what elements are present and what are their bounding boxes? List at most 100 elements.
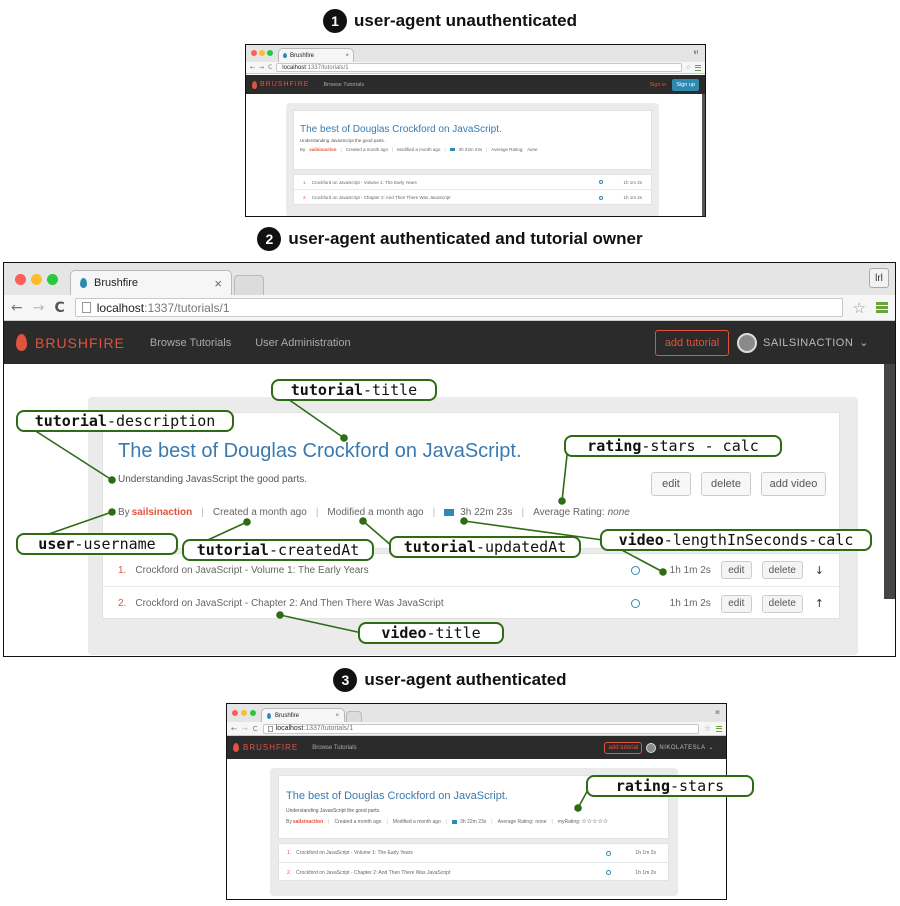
chevron-down-icon[interactable]: ⌄	[708, 744, 714, 751]
video-row[interactable]: 1. Crockford on JavaScript - Volume 1: Th…	[279, 844, 668, 863]
video-row[interactable]: 2. Crockford on JavaScript - Chapter 2: A…	[103, 587, 839, 620]
close-window-icon[interactable]	[251, 50, 257, 56]
close-window-icon[interactable]	[232, 710, 238, 716]
add-tutorial-button[interactable]: add tutorial	[655, 329, 730, 356]
move-down-icon[interactable]: ↓	[815, 564, 824, 577]
url-field[interactable]: localhost:1337/tutorials/1	[74, 298, 843, 317]
maximize-window-icon[interactable]	[250, 710, 256, 716]
delete-tutorial-button[interactable]: delete	[701, 472, 751, 496]
username-menu[interactable]: SAILSINACTION	[763, 337, 853, 349]
minimize-window-icon[interactable]	[31, 274, 42, 285]
profile-button[interactable]: lrl	[712, 707, 723, 718]
browser-menu-icon[interactable]	[695, 64, 701, 71]
scrollbar[interactable]	[702, 94, 705, 216]
video-title[interactable]: Crockford on JavaScript - Volume 1: The …	[296, 850, 413, 856]
edit-video-button[interactable]: edit	[720, 594, 752, 613]
video-list: 1. Crockford on JavaScript - Volume 1: Th…	[278, 843, 669, 881]
bookmark-star-icon[interactable]: ☆	[704, 724, 711, 733]
move-up-icon[interactable]: ↑	[815, 597, 824, 610]
browser-tab[interactable]: Brushfire ×	[261, 708, 345, 722]
video-row[interactable]: 1. Crockford on JavaScript - Volume 1: Th…	[294, 175, 651, 190]
video-length: 1h 1m 2s	[623, 179, 642, 185]
url-field[interactable]: localhost:1337/tutorials/1	[262, 723, 699, 734]
avatar[interactable]	[737, 332, 758, 353]
profile-button[interactable]: lrl	[869, 268, 889, 288]
bookmark-star-icon[interactable]: ☆	[853, 299, 866, 317]
tutorial-description: Understanding JavasScript the good parts…	[300, 138, 386, 143]
video-title[interactable]: Crockford on JavaScript - Volume 1: The …	[312, 180, 417, 185]
scrollbar[interactable]	[884, 364, 895, 599]
video-length: 1h 1m 2s	[669, 564, 711, 576]
delete-video-button[interactable]: delete	[761, 594, 803, 613]
author-username[interactable]: sailsinaction	[293, 819, 323, 825]
tab-close-icon[interactable]: ×	[335, 713, 339, 719]
sign-in-link[interactable]: Sign in	[650, 82, 667, 88]
nav-browse-tutorials[interactable]: Browse Tutorials	[323, 82, 364, 88]
back-icon[interactable]: ←	[250, 64, 255, 71]
new-tab-button[interactable]	[234, 275, 264, 295]
rating-stars-icon[interactable]: ☆☆☆☆☆	[581, 818, 608, 825]
brand-logo[interactable]: BRUSHFIRE	[252, 80, 309, 89]
reload-icon[interactable]: C	[253, 725, 258, 733]
callout-model: video	[381, 624, 427, 642]
rating-label: Average Rating:	[497, 818, 534, 825]
add-tutorial-button[interactable]: add tutorial	[604, 741, 643, 754]
forward-icon[interactable]: →	[259, 64, 264, 71]
tab-close-icon[interactable]: ×	[214, 276, 222, 291]
minimize-window-icon[interactable]	[241, 710, 247, 716]
close-window-icon[interactable]	[15, 274, 26, 285]
forward-icon[interactable]: →	[242, 725, 248, 733]
username-menu[interactable]: NIKOLATESLA	[659, 745, 705, 751]
nav-browse-tutorials[interactable]: Browse Tutorials	[150, 337, 231, 349]
add-video-button[interactable]: add video	[761, 472, 826, 496]
back-icon[interactable]: ←	[11, 300, 23, 316]
address-bar-row: ← → C localhost:1337/tutorials/1 ☆	[4, 295, 895, 321]
callout-model: tutorial	[196, 541, 269, 559]
author-username[interactable]: sailsinaction	[132, 507, 193, 518]
video-title[interactable]: Crockford on JavaScript - Volume 1: The …	[135, 565, 368, 576]
video-length: 1h 1m 2s	[635, 850, 656, 856]
favicon-icon	[267, 712, 271, 719]
rating-value: none	[527, 147, 538, 152]
video-title[interactable]: Crockford on JavaScript - Chapter 2: And…	[312, 195, 451, 200]
reload-icon[interactable]: C	[268, 64, 272, 71]
nav-user-administration[interactable]: User Administration	[255, 337, 350, 349]
reload-icon[interactable]: C	[54, 300, 64, 316]
maximize-window-icon[interactable]	[47, 274, 58, 285]
modified-at: Modified a month ago	[327, 507, 424, 518]
rating-label: Average Rating:	[491, 147, 524, 152]
browser-menu-icon[interactable]	[876, 302, 888, 313]
video-title[interactable]: Crockford on JavaScript - Chapter 2: And…	[135, 598, 443, 609]
url-host: localhost	[275, 725, 304, 732]
callout-model: video	[618, 531, 664, 549]
nav-browse-tutorials[interactable]: Browse Tutorials	[312, 745, 356, 751]
profile-button[interactable]: lrl	[691, 48, 701, 58]
brand-logo[interactable]: BRUSHFIRE	[16, 334, 125, 351]
edit-tutorial-button[interactable]: edit	[651, 472, 691, 496]
sign-up-button[interactable]: Sign up	[672, 78, 699, 91]
video-row[interactable]: 2. Crockford on JavaScript - Chapter 2: A…	[294, 190, 651, 205]
tab-title: Brushfire	[275, 712, 300, 719]
chevron-down-icon[interactable]: ⌄	[859, 336, 869, 349]
edit-video-button[interactable]: edit	[720, 561, 752, 579]
new-tab-button[interactable]	[346, 711, 362, 722]
forward-icon[interactable]: →	[33, 300, 45, 316]
maximize-window-icon[interactable]	[267, 50, 273, 56]
minimize-window-icon[interactable]	[259, 50, 265, 56]
site-navbar: BRUSHFIRE Browse Tutorials Sign in Sign …	[246, 75, 705, 94]
video-row[interactable]: 2. Crockford on JavaScript - Chapter 2: A…	[279, 863, 668, 882]
bookmark-star-icon[interactable]: ☆	[686, 64, 691, 71]
video-number: 1.	[118, 564, 127, 576]
brand-logo[interactable]: BRUSHFIRE	[233, 743, 298, 752]
browser-menu-icon[interactable]	[716, 725, 722, 732]
video-title[interactable]: Crockford on JavaScript - Chapter 2: And…	[296, 870, 450, 876]
browser-tab[interactable]: Brushfire ×	[70, 270, 232, 295]
browser-tab[interactable]: Brushfire ×	[278, 48, 354, 62]
avatar[interactable]	[646, 742, 657, 753]
delete-video-button[interactable]: delete	[761, 561, 803, 579]
url-field[interactable]: localhost:1337/tutorials/1	[276, 63, 682, 72]
tab-close-icon[interactable]: ×	[345, 53, 349, 59]
author-username[interactable]: sailsinaction	[309, 147, 336, 152]
back-icon[interactable]: ←	[231, 725, 237, 733]
created-at: Created a month ago	[212, 507, 307, 518]
